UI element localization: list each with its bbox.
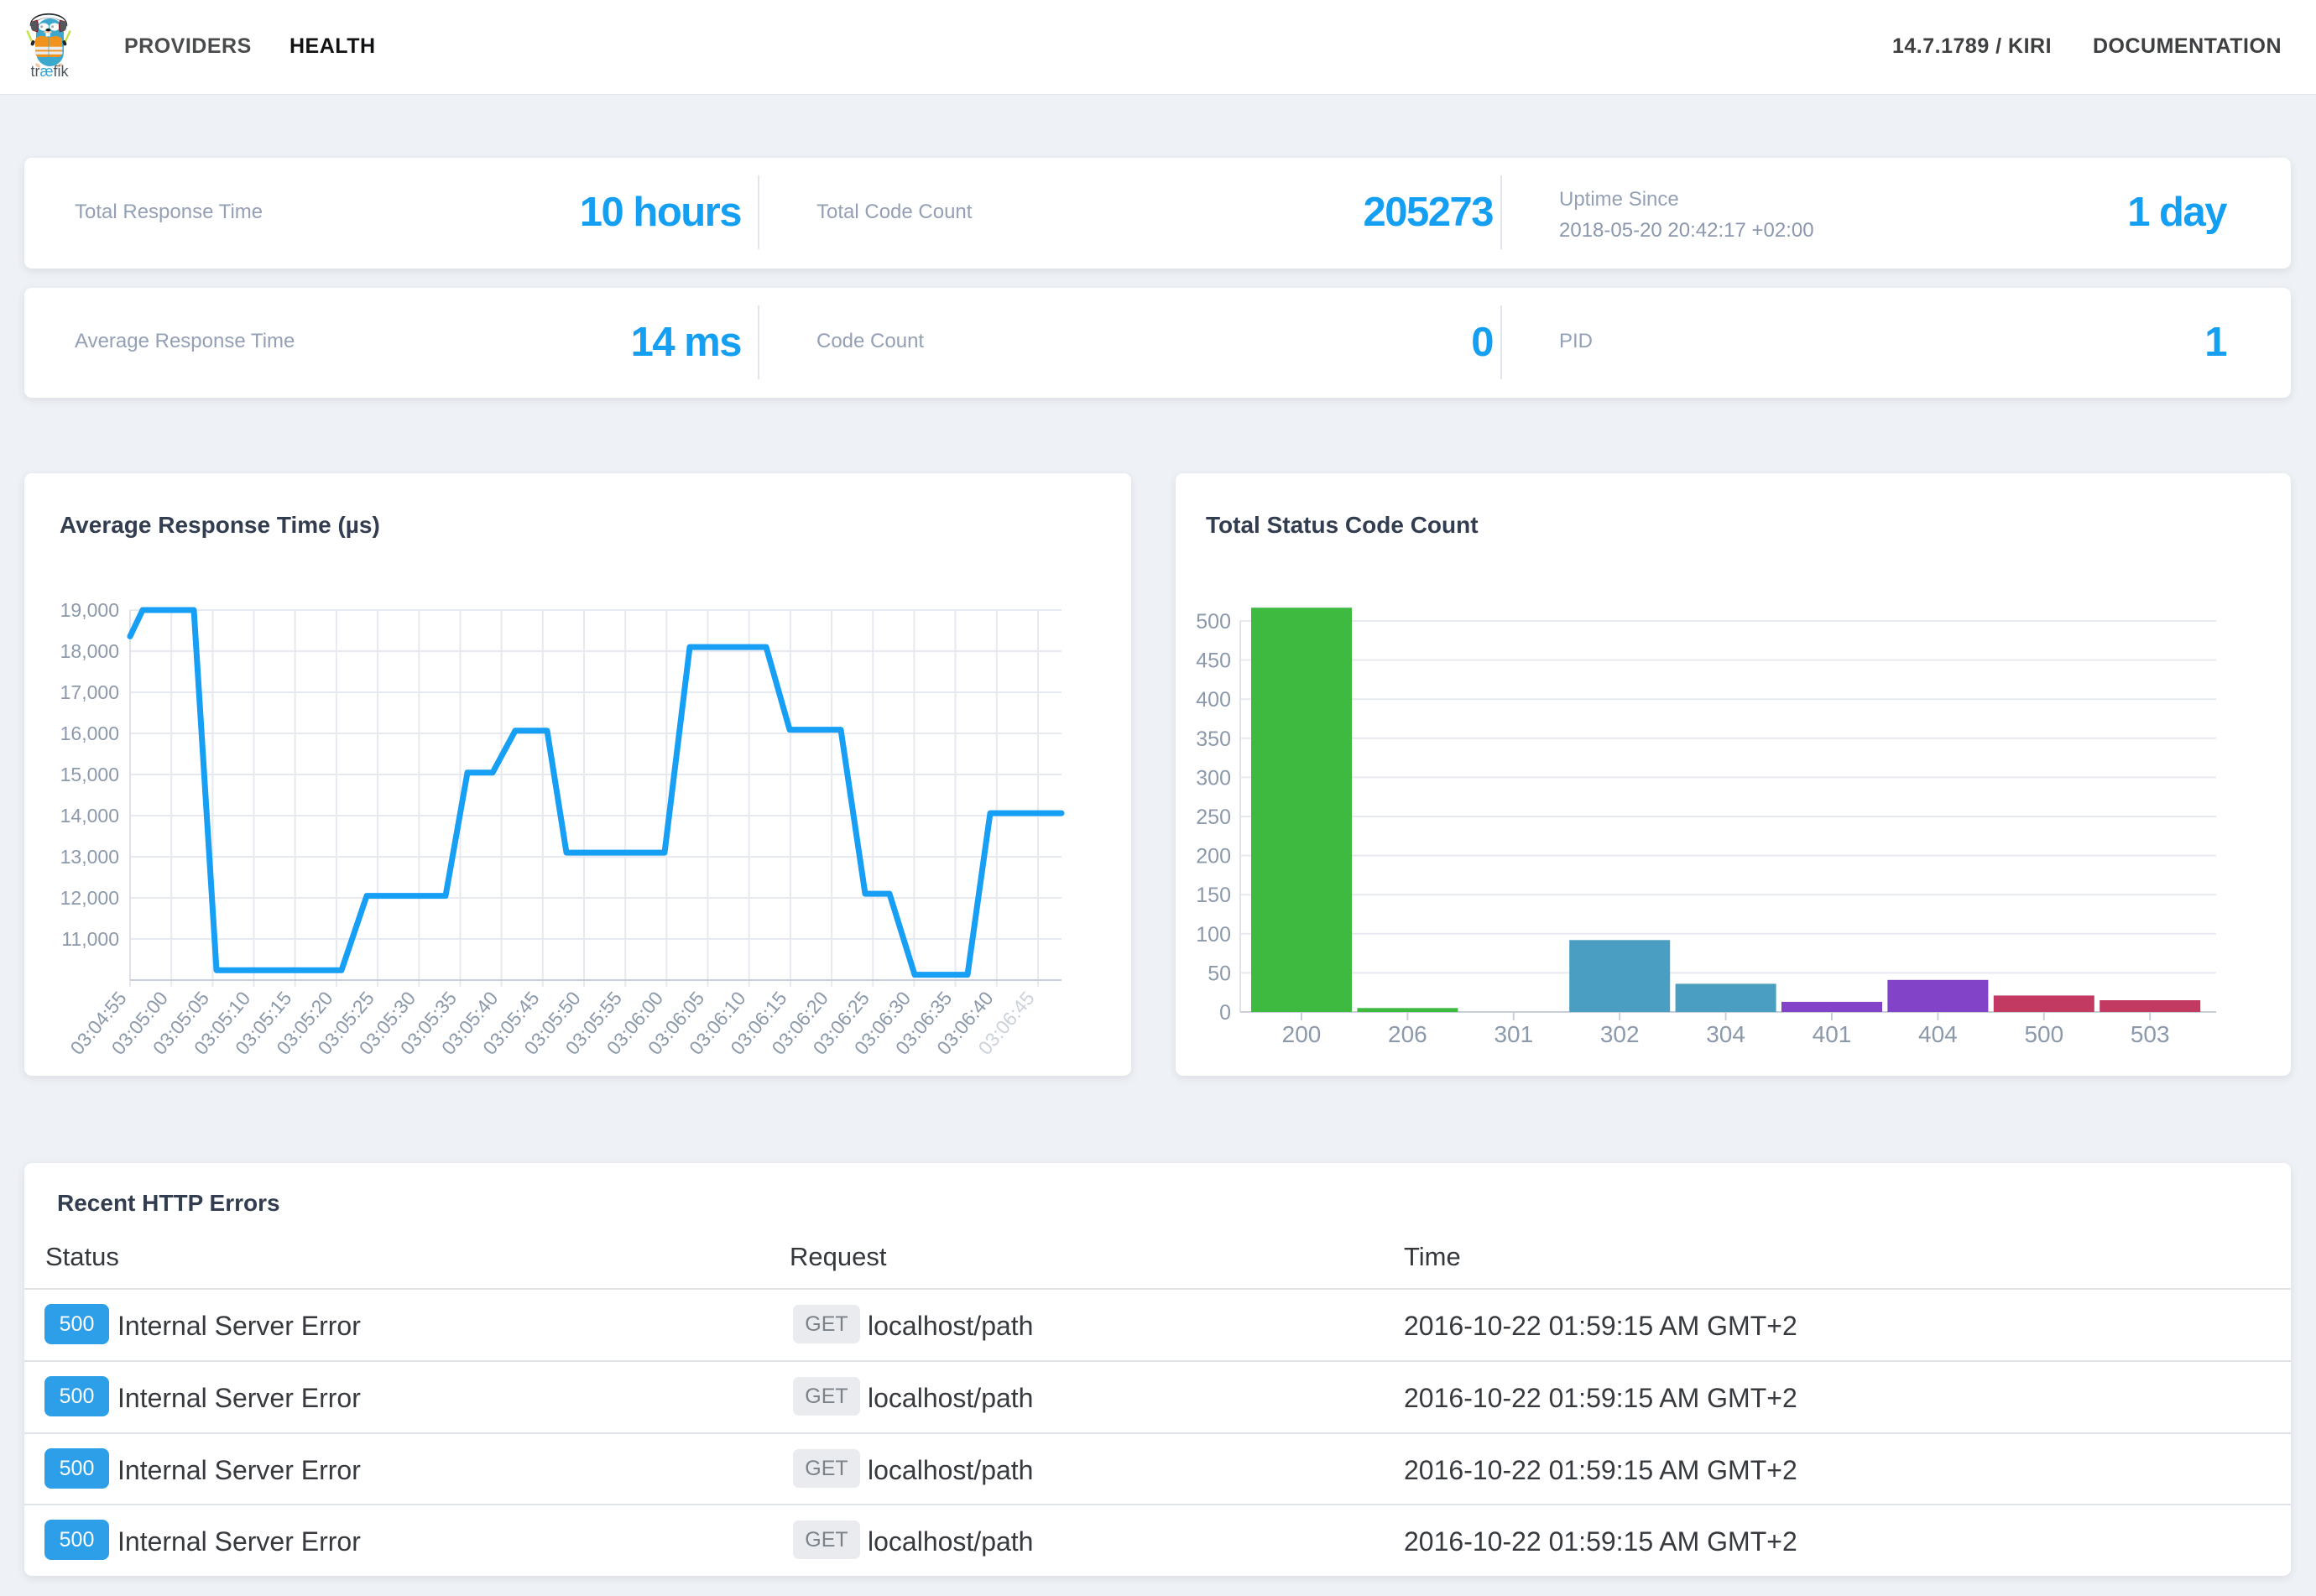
svg-text:11,000: 11,000 <box>61 928 119 950</box>
svg-text:404: 404 <box>1918 1021 1958 1047</box>
svg-text:304: 304 <box>1706 1021 1745 1047</box>
svg-text:12,000: 12,000 <box>60 887 119 909</box>
svg-text:18,000: 18,000 <box>60 640 119 662</box>
svg-text:206: 206 <box>1388 1021 1427 1047</box>
svg-text:250: 250 <box>1196 806 1231 829</box>
svg-text:19,000: 19,000 <box>60 599 119 621</box>
svg-text:100: 100 <box>1196 923 1231 947</box>
svg-text:14,000: 14,000 <box>60 805 119 827</box>
svg-text:301: 301 <box>1494 1021 1533 1047</box>
svg-text:200: 200 <box>1196 845 1231 868</box>
svg-text:0: 0 <box>1219 1001 1231 1025</box>
svg-text:500: 500 <box>1196 610 1231 634</box>
svg-text:400: 400 <box>1196 688 1231 712</box>
svg-text:300: 300 <box>1196 766 1231 790</box>
svg-text:50: 50 <box>1208 962 1231 985</box>
svg-text:200: 200 <box>1282 1021 1322 1047</box>
svg-text:13,000: 13,000 <box>60 846 119 868</box>
svg-text:401: 401 <box>1813 1021 1852 1047</box>
svg-text:302: 302 <box>1600 1021 1640 1047</box>
svg-text:450: 450 <box>1196 649 1231 673</box>
svg-text:150: 150 <box>1196 884 1231 907</box>
svg-text:350: 350 <box>1196 728 1231 751</box>
svg-text:17,000: 17,000 <box>60 681 119 703</box>
svg-text:503: 503 <box>2131 1021 2170 1047</box>
svg-text:15,000: 15,000 <box>60 764 119 785</box>
svg-text:16,000: 16,000 <box>60 722 119 744</box>
svg-text:500: 500 <box>2024 1021 2063 1047</box>
